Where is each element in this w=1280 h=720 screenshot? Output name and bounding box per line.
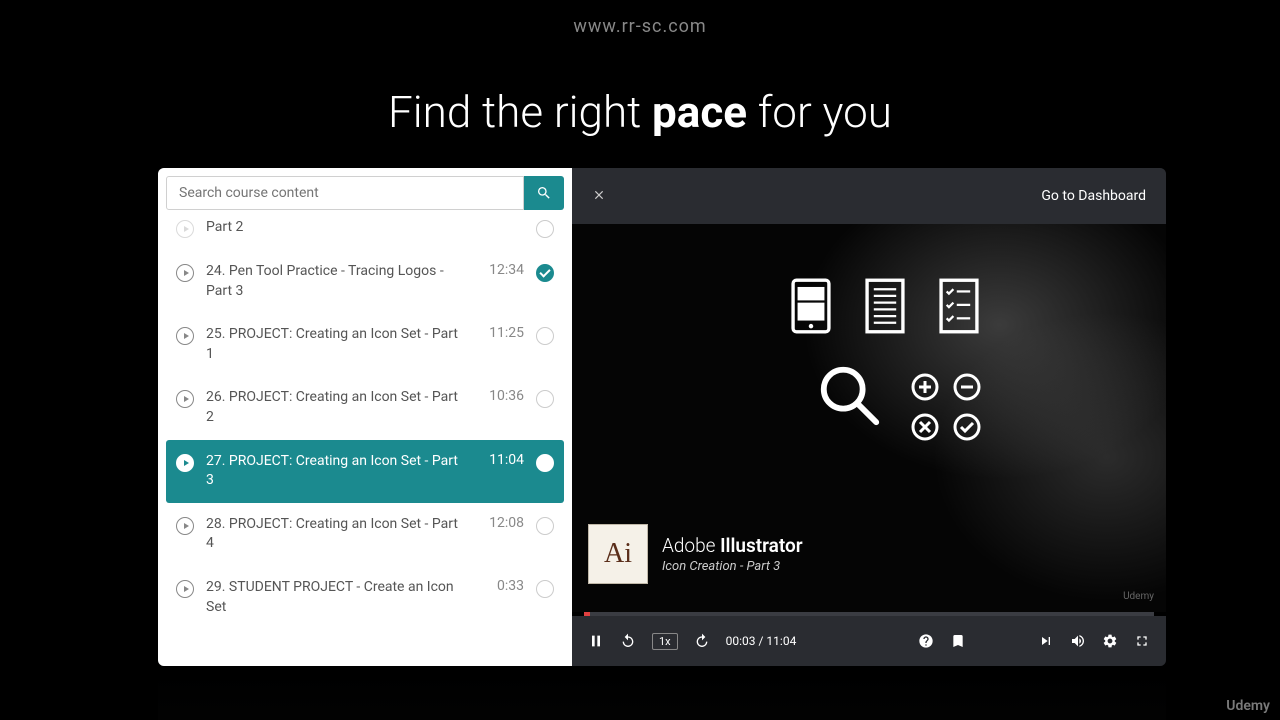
search-row bbox=[158, 168, 572, 218]
fullscreen-button[interactable] bbox=[1134, 633, 1150, 649]
watermark-url: www.rr-sc.com bbox=[573, 16, 706, 37]
search-input[interactable] bbox=[166, 176, 524, 210]
volume-button[interactable] bbox=[1070, 633, 1086, 649]
circle-icon-grid bbox=[910, 372, 982, 442]
rewind-button[interactable] bbox=[620, 633, 636, 649]
list-item-partial[interactable]: Part 2 bbox=[166, 218, 564, 250]
status-circle bbox=[536, 390, 554, 408]
video-subtitle: Icon Creation - Part 3 bbox=[662, 559, 803, 574]
play-icon bbox=[176, 454, 194, 472]
play-icon bbox=[176, 517, 194, 535]
lesson-duration: 12:08 bbox=[489, 515, 524, 531]
progress-bar[interactable] bbox=[584, 612, 1154, 616]
list-item[interactable]: 29. STUDENT PROJECT - Create an Icon Set… bbox=[166, 566, 564, 629]
plus-circle-icon bbox=[910, 372, 940, 402]
checklist-icon bbox=[936, 278, 982, 334]
progress-fill bbox=[584, 612, 590, 616]
close-button[interactable] bbox=[592, 186, 606, 207]
video-brand-badge: Udemy bbox=[1123, 591, 1154, 602]
status-circle bbox=[536, 580, 554, 598]
search-button[interactable] bbox=[524, 176, 564, 210]
lesson-title: 25. PROJECT: Creating an Icon Set - Part… bbox=[206, 325, 469, 364]
bookmark-button[interactable] bbox=[950, 633, 966, 649]
phone-icon bbox=[788, 278, 834, 334]
course-title-block: Ai Adobe Illustrator Icon Creation - Par… bbox=[588, 524, 803, 584]
illustrator-logo-icon: Ai bbox=[588, 524, 648, 584]
lesson-title: 24. Pen Tool Practice - Tracing Logos - … bbox=[206, 262, 469, 301]
pause-button[interactable] bbox=[588, 633, 604, 649]
forward-button[interactable] bbox=[694, 633, 710, 649]
next-button[interactable] bbox=[1038, 633, 1054, 649]
lesson-duration: 11:04 bbox=[489, 452, 524, 468]
course-sidebar: Part 2 24. Pen Tool Practice - Tracing L… bbox=[158, 168, 572, 666]
settings-button[interactable] bbox=[1102, 633, 1118, 649]
document-lines-icon bbox=[862, 278, 908, 334]
lesson-duration: 0:33 bbox=[497, 578, 524, 594]
play-icon bbox=[176, 580, 194, 598]
minus-circle-icon bbox=[952, 372, 982, 402]
lesson-title: 29. STUDENT PROJECT - Create an Icon Set bbox=[206, 578, 477, 617]
magnifier-icon bbox=[816, 362, 884, 434]
list-item-active[interactable]: 27. PROJECT: Creating an Icon Set - Part… bbox=[166, 440, 564, 503]
list-item[interactable]: 28. PROJECT: Creating an Icon Set - Part… bbox=[166, 503, 564, 566]
status-circle bbox=[536, 327, 554, 345]
lesson-title: 28. PROJECT: Creating an Icon Set - Part… bbox=[206, 515, 469, 554]
play-icon bbox=[176, 264, 194, 282]
lesson-duration: 11:25 bbox=[489, 325, 524, 341]
time-display: 00:03 / 11:04 bbox=[726, 634, 797, 648]
lesson-title: 26. PROJECT: Creating an Icon Set - Part… bbox=[206, 388, 469, 427]
list-item[interactable]: 25. PROJECT: Creating an Icon Set - Part… bbox=[166, 313, 564, 376]
check-circle-icon bbox=[952, 412, 982, 442]
headline: Find the right pace for you bbox=[388, 86, 892, 138]
playback-speed[interactable]: 1x bbox=[652, 633, 678, 650]
status-completed-icon bbox=[536, 264, 554, 282]
search-icon bbox=[536, 185, 552, 201]
play-icon bbox=[176, 390, 194, 408]
dashboard-link[interactable]: Go to Dashboard bbox=[1041, 188, 1146, 204]
list-item[interactable]: 26. PROJECT: Creating an Icon Set - Part… bbox=[166, 376, 564, 439]
lesson-list[interactable]: Part 2 24. Pen Tool Practice - Tracing L… bbox=[158, 218, 572, 666]
video-content[interactable]: Ai Adobe Illustrator Icon Creation - Par… bbox=[572, 224, 1166, 612]
lesson-duration: 10:36 bbox=[489, 388, 524, 404]
reflection bbox=[158, 668, 1166, 720]
status-circle bbox=[536, 220, 554, 238]
x-circle-icon bbox=[910, 412, 940, 442]
video-header: Go to Dashboard bbox=[572, 168, 1166, 224]
play-icon bbox=[176, 220, 194, 238]
play-icon bbox=[176, 327, 194, 345]
status-circle bbox=[536, 517, 554, 535]
list-item[interactable]: 24. Pen Tool Practice - Tracing Logos - … bbox=[166, 250, 564, 313]
video-title: Adobe Illustrator bbox=[662, 534, 803, 557]
lesson-title: 27. PROJECT: Creating an Icon Set - Part… bbox=[206, 452, 469, 491]
lesson-title: Part 2 bbox=[206, 218, 504, 238]
close-icon bbox=[592, 188, 606, 202]
icon-row bbox=[788, 278, 982, 334]
lesson-duration: 12:34 bbox=[489, 262, 524, 278]
brand-corner: Udemy bbox=[1226, 698, 1270, 714]
help-button[interactable] bbox=[918, 633, 934, 649]
app-window: Part 2 24. Pen Tool Practice - Tracing L… bbox=[158, 168, 1166, 666]
status-current-icon bbox=[536, 454, 554, 472]
video-area: Go to Dashboard Ai Adobe Illustrator bbox=[572, 168, 1166, 666]
video-controls: 1x 00:03 / 11:04 bbox=[572, 616, 1166, 666]
